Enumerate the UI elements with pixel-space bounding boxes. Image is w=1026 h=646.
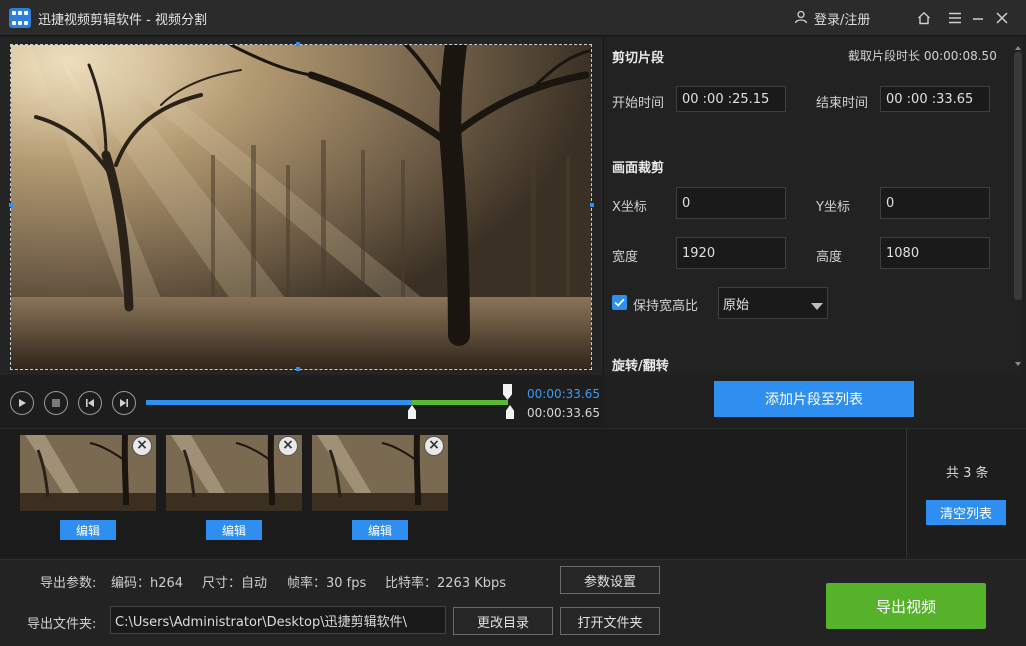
open-folder-button[interactable]: 打开文件夹 [560,607,660,635]
login-label: 登录/注册 [814,13,871,28]
play-icon [19,399,26,407]
end-time-field[interactable]: 00 :00 :33.65 [880,86,990,112]
size-info: 尺寸：自动 [202,576,268,591]
remove-clip-button[interactable]: × [424,436,444,456]
width-field[interactable]: 1920 [676,237,786,269]
stop-button[interactable] [44,391,68,415]
y-coordinate-field[interactable]: 0 [880,187,990,219]
x-coordinate-label: X坐标 [612,200,647,215]
clip-list-sidebar [906,428,1026,558]
next-frame-button[interactable] [112,391,136,415]
home-icon[interactable] [914,8,934,28]
export-folder-label: 导出文件夹: [27,617,97,632]
start-time-label: 开始时间 [612,96,665,111]
video-preview[interactable] [10,44,592,370]
end-time-label: 结束时间 [816,96,869,111]
start-time-field[interactable]: 00 :00 :25.15 [676,86,786,112]
keep-ratio-label: 保持宽高比 [633,299,699,314]
crop-handle-right[interactable] [590,203,594,207]
change-directory-button[interactable]: 更改目录 [453,607,553,635]
clip-count: 共 3 条 [946,466,989,481]
checkmark-icon [614,298,625,307]
crop-section-title: 画面裁剪 [612,161,665,176]
y-coordinate-label: Y坐标 [816,200,850,215]
edit-clip-button[interactable]: 编辑 [206,520,262,540]
clip-duration-value: 00:00:08.50 [923,49,997,63]
close-icon[interactable] [992,8,1012,28]
export-folder-path-field[interactable]: C:\Users\Administrator\Desktop\迅捷剪辑软件\ [110,606,446,634]
width-label: 宽度 [612,250,639,265]
x-coordinate-field[interactable]: 0 [676,187,786,219]
previous-frame-icon [86,399,94,407]
clip-duration-label: 截取片段时长 [848,49,921,63]
export-video-button[interactable]: 导出视频 [826,583,986,629]
edit-clip-button[interactable]: 编辑 [352,520,408,540]
minimize-icon[interactable] [968,8,988,28]
remove-clip-button[interactable]: × [278,436,298,456]
timeline-selection [412,400,508,405]
remove-clip-button[interactable]: × [132,436,152,456]
crop-handle-top[interactable] [296,42,300,46]
bitrate-info: 比特率：2263 Kbps [385,576,507,591]
window-title: 迅捷视频剪辑软件 - 视频分割 [38,13,207,28]
crop-handle-left[interactable] [9,203,13,207]
clear-list-button[interactable]: 清空列表 [926,500,1006,525]
export-params-label: 导出参数: [40,576,97,591]
play-button[interactable] [10,391,34,415]
video-editor-logo-icon [9,8,31,28]
height-label: 高度 [816,250,843,265]
previous-frame-button[interactable] [78,391,102,415]
end-time: 00:00:33.65 [527,406,600,420]
menu-icon[interactable] [945,8,965,28]
fps-info: 帧率：30 fps [287,576,367,591]
scrollbar-thumb[interactable] [1014,52,1022,300]
aspect-ratio-value: 原始 [723,297,750,313]
next-frame-icon [120,399,128,407]
rotate-section-title: 旋转/翻转 [612,359,669,374]
dropdown-arrow-icon [811,300,823,315]
edit-clip-button[interactable]: 编辑 [60,520,116,540]
clip-duration: 截取片段时长 00:00:08.50 [848,47,997,64]
parameter-settings-button[interactable]: 参数设置 [560,566,660,594]
login-link[interactable]: 登录/注册 [794,9,870,28]
aspect-ratio-select[interactable]: 原始 [718,287,828,319]
add-clip-to-list-button[interactable]: 添加片段至列表 [714,381,914,417]
user-icon [794,10,808,28]
codec-info: 编码：h264 [111,576,184,591]
current-time: 00:00:33.65 [527,387,600,401]
video-frame-image [11,45,591,369]
timeline-played-progress [146,400,412,405]
keep-ratio-checkbox[interactable] [612,295,627,310]
height-field[interactable]: 1080 [880,237,990,269]
crop-handle-bottom[interactable] [296,367,300,371]
clip-section-title: 剪切片段 [612,51,665,66]
stop-icon [52,399,60,407]
